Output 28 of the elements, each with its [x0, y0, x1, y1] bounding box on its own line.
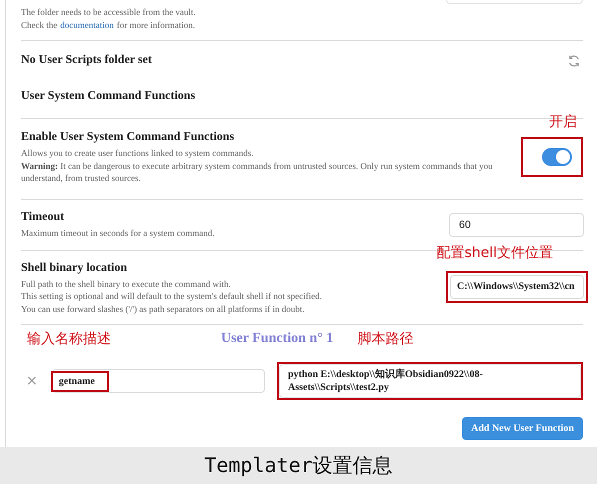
section-heading: User System Command Functions	[21, 88, 196, 103]
setting-title: Shell binary location	[21, 260, 128, 274]
description: for more information.	[116, 20, 195, 30]
text-area[interactable]: python E:\\desktop\\知识库Obsidian0922\\08-Assets\\Scripts\\test2.py	[279, 364, 581, 398]
documentation-link[interactable]: documentation	[60, 20, 114, 30]
input-value: getname	[58, 374, 96, 388]
description: Check the	[21, 20, 58, 30]
annotation: 配置shell文件位置	[436, 244, 553, 262]
input-field[interactable]: C:\\Windows\\System32\\cn	[450, 275, 584, 300]
description: This setting is optional and will default to the system's default shell if not specified.	[21, 290, 322, 302]
input-field[interactable]: 60	[449, 212, 584, 236]
setting-title: Enable User System Command Functions	[21, 129, 236, 144]
caption: Templater设置信息	[204, 452, 393, 479]
toggle-switch[interactable]	[542, 148, 572, 166]
section-heading: User Function n° 1	[221, 331, 334, 347]
setting-title: No User Scripts folder set	[21, 52, 152, 67]
input-field[interactable]: getname	[52, 369, 265, 393]
refresh-icon[interactable]	[567, 54, 581, 68]
description: Full path to the shell binary to execute the command with.	[21, 278, 232, 290]
annotation: 开启	[549, 113, 577, 131]
annotation: 输入名称描述	[27, 330, 111, 348]
description: Allows you to create user functions linked to system commands.	[21, 147, 254, 160]
description: Maximum timeout in seconds for a system command.	[21, 227, 214, 240]
setting-title: Timeout	[21, 209, 66, 224]
description: Warning: It can be dangerous to execute arbitrary system commands from untrusted sources. Only run system commands that you understand, from trusted sources.	[21, 160, 494, 184]
annotation: 脚本路径	[357, 330, 414, 348]
description: You can use forward slashes ('/') as path separators on all platforms if in doubt.	[21, 302, 306, 315]
description: The folder needs to be accessible from the vault.	[21, 6, 197, 18]
